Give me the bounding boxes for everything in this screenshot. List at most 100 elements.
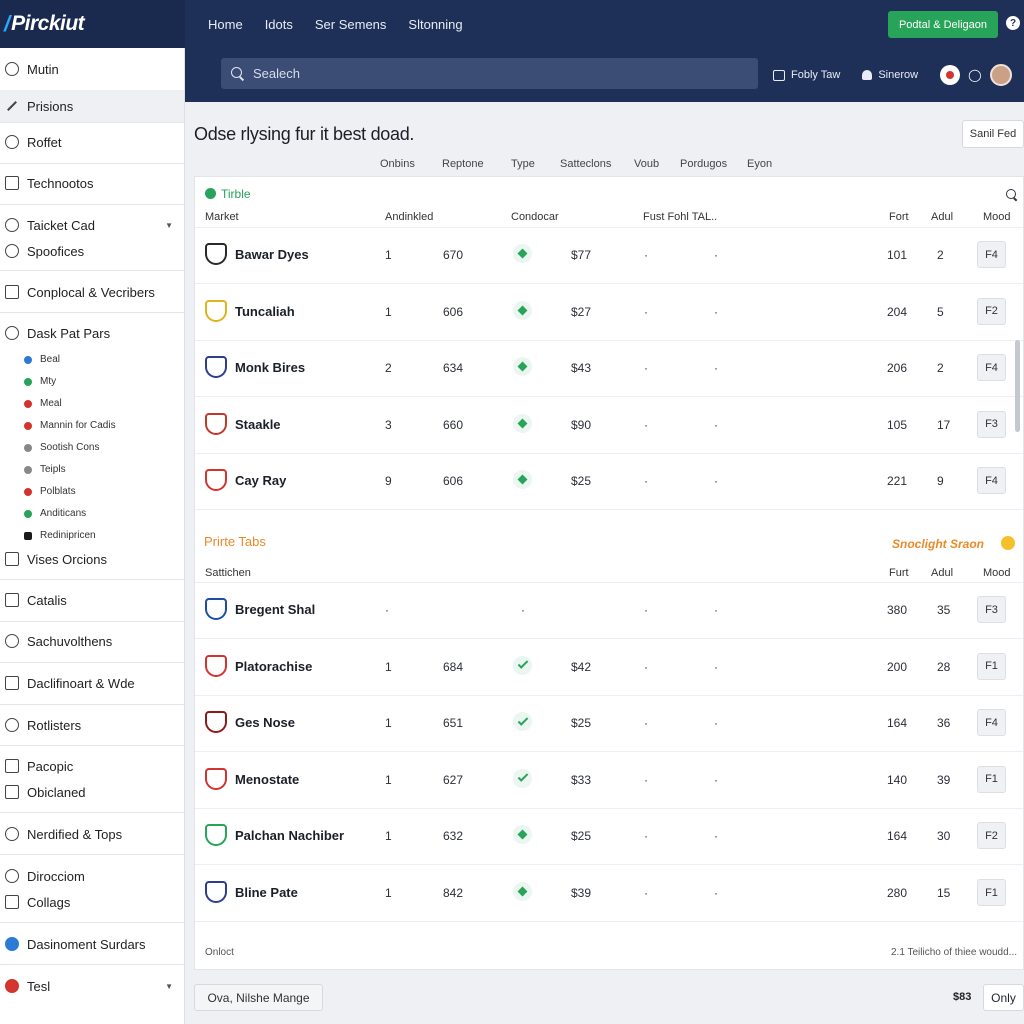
filter-eyon[interactable]: Eyon	[747, 158, 772, 170]
status-diamond-icon[interactable]	[513, 825, 532, 845]
nav-idots[interactable]: Idots	[265, 17, 293, 32]
team-name[interactable]: Cay Ray	[235, 473, 286, 488]
search-icon[interactable]	[1006, 189, 1018, 201]
sidebar-subitem-mty[interactable]: Mty	[24, 376, 56, 387]
col-condocar[interactable]: Condocar	[511, 211, 559, 223]
table-row[interactable]: Platorachise 1 684 $42 · · 200 28 F1	[195, 639, 1023, 695]
sidebar-item-technootos[interactable]: Technootos	[0, 171, 184, 195]
team-name[interactable]: Ges Nose	[235, 715, 295, 730]
nav-sltonning[interactable]: Sltonning	[408, 17, 462, 32]
table-row[interactable]: Bawar Dyes 1 670 $77 · · 101 2 F4	[195, 227, 1023, 283]
table-row[interactable]: Palchan Nachiber 1 632 $25 · · 164 30 F2	[195, 808, 1023, 864]
col-mood[interactable]: Mood	[983, 211, 1011, 223]
fobly-taw-link[interactable]: Fobly Taw	[773, 69, 840, 81]
avatar[interactable]	[989, 64, 1012, 86]
sidebar-item-daclifinoart[interactable]: Daclifinoart & Wde	[0, 671, 184, 695]
team-name[interactable]: Staakle	[235, 417, 281, 432]
table-row[interactable]: Bregent Shal · · · · 380 35 F3	[195, 582, 1023, 638]
sidebar-item-tesl[interactable]: Tesl ▼	[0, 974, 184, 998]
sidebar-subitem-beal[interactable]: Beal	[24, 354, 60, 365]
filter-reptone[interactable]: Reptone	[442, 158, 484, 170]
only-button[interactable]: Only	[983, 984, 1024, 1011]
table-row[interactable]: Menostate 1 627 $33 · · 140 39 F1	[195, 752, 1023, 808]
search-input[interactable]	[253, 66, 733, 81]
cta-button[interactable]: Podtal & Deligaon	[888, 11, 998, 38]
sidebar-item-pacopic[interactable]: Pacopic	[0, 754, 184, 778]
sort-button[interactable]: Sanil Fed	[962, 120, 1024, 148]
sidebar-item-collags[interactable]: Collags	[0, 890, 184, 914]
mood-badge[interactable]: F1	[977, 879, 1006, 906]
account-icon[interactable]: ◯	[968, 68, 981, 82]
mood-badge[interactable]: F1	[977, 652, 1006, 680]
check-icon[interactable]	[513, 768, 532, 788]
team-name[interactable]: Bline Pate	[235, 885, 298, 900]
status-diamond-icon[interactable]	[513, 300, 532, 320]
help-icon[interactable]: ?	[1006, 16, 1020, 30]
filter-onbins[interactable]: Onbins	[380, 158, 415, 170]
col-adul[interactable]: Adul	[931, 211, 953, 223]
sidebar-subitem-redinipricen[interactable]: Redinipricen	[24, 530, 96, 541]
mood-badge[interactable]: F3	[977, 596, 1006, 623]
status-diamond-icon[interactable]	[513, 357, 532, 377]
mood-badge[interactable]: F2	[977, 822, 1006, 850]
manage-button[interactable]: Ova, Nilshe Mange	[194, 984, 323, 1011]
sidebar-item-dirocciom[interactable]: Dirocciom	[0, 864, 184, 888]
col-market[interactable]: Market	[205, 211, 239, 223]
col-sattichen[interactable]: Sattichen	[205, 567, 251, 579]
sidebar-item-catalis[interactable]: Catalis	[0, 588, 184, 612]
sidebar-item-rotlisters[interactable]: Rotlisters	[0, 713, 184, 737]
team-name[interactable]: Bawar Dyes	[235, 247, 309, 262]
sidebar-item-dask-pat-pars[interactable]: Dask Pat Pars	[0, 321, 184, 345]
filter-voub[interactable]: Voub	[634, 158, 659, 170]
filter-type[interactable]: Type	[511, 158, 535, 170]
mood-badge[interactable]: F1	[977, 765, 1006, 793]
sidebar-item-roffet[interactable]: Roffet	[0, 130, 184, 154]
sidebar-item-obiclaned[interactable]: Obiclaned	[0, 780, 184, 804]
app-logo[interactable]: / Pirckiut	[0, 0, 185, 48]
nav-home[interactable]: Home	[208, 17, 243, 32]
sidebar-item-dasinoment[interactable]: Dasinoment Surdars	[0, 932, 184, 956]
filter-satteclons[interactable]: Satteclons	[560, 158, 611, 170]
col-adul[interactable]: Adul	[931, 567, 953, 579]
table-row[interactable]: Monk Bires 2 634 $43 · · 206 2 F4	[195, 340, 1023, 396]
sidebar-subitem-polblats[interactable]: Polblats	[24, 486, 76, 497]
team-name[interactable]: Tuncaliah	[235, 304, 295, 319]
mood-badge[interactable]: F4	[977, 467, 1006, 495]
sidebar-item-sachuvolthens[interactable]: Sachuvolthens	[0, 629, 184, 653]
scrollbar[interactable]	[1015, 340, 1020, 432]
notification-avatar[interactable]	[940, 65, 961, 85]
check-icon[interactable]	[513, 712, 532, 732]
sidebar-item-mutin[interactable]: Mutin	[0, 57, 184, 81]
sidebar-subitem-meal[interactable]: Meal	[24, 398, 62, 409]
status-diamond-icon[interactable]	[513, 244, 532, 263]
team-name[interactable]: Menostate	[235, 772, 299, 787]
table-row[interactable]: Cay Ray 9 606 $25 · · 221 9 F4	[195, 453, 1023, 509]
team-name[interactable]: Bregent Shal	[235, 602, 315, 617]
col-furt[interactable]: Furt	[889, 567, 909, 579]
sidebar-subitem-sootish[interactable]: Sootish Cons	[24, 442, 99, 453]
col-andinkled[interactable]: Andinkled	[385, 211, 433, 223]
filter-pordugos[interactable]: Pordugos	[680, 158, 727, 170]
mood-badge[interactable]: F2	[977, 297, 1006, 325]
team-name[interactable]: Platorachise	[235, 659, 312, 674]
sidebar-item-prisions[interactable]: Prisions	[0, 90, 184, 122]
sidebar-subitem-teipls[interactable]: Teipls	[24, 464, 66, 475]
check-icon[interactable]	[513, 655, 532, 675]
sidebar-subitem-anditicans[interactable]: Anditicans	[24, 508, 86, 519]
col-fort[interactable]: Fort	[889, 211, 909, 223]
mood-badge[interactable]: F4	[977, 354, 1006, 382]
table-row[interactable]: Bline Pate 1 842 $39 · · 280 15 F1	[195, 865, 1023, 921]
table-row[interactable]: Tuncaliah 1 606 $27 · · 204 5 F2	[195, 284, 1023, 340]
sidebar-subitem-mannin[interactable]: Mannin for Cadis	[24, 420, 116, 431]
table-row[interactable]: Ges Nose 1 651 $25 · · 164 36 F4	[195, 695, 1023, 751]
search-box[interactable]	[221, 58, 758, 89]
mood-badge[interactable]: F3	[977, 410, 1006, 438]
col-fust-fohl[interactable]: Fust Fohl TAL..	[643, 211, 717, 223]
table-row[interactable]: Staakle 3 660 $90 · · 105 17 F3	[195, 397, 1023, 453]
sinerow-link[interactable]: Sinerow	[862, 69, 918, 81]
status-diamond-icon[interactable]	[513, 882, 532, 901]
team-name[interactable]: Palchan Nachiber	[235, 828, 344, 843]
col-mood[interactable]: Mood	[983, 567, 1011, 579]
status-diamond-icon[interactable]	[513, 470, 532, 490]
sidebar-item-spoofices[interactable]: Spoofices	[0, 239, 184, 263]
